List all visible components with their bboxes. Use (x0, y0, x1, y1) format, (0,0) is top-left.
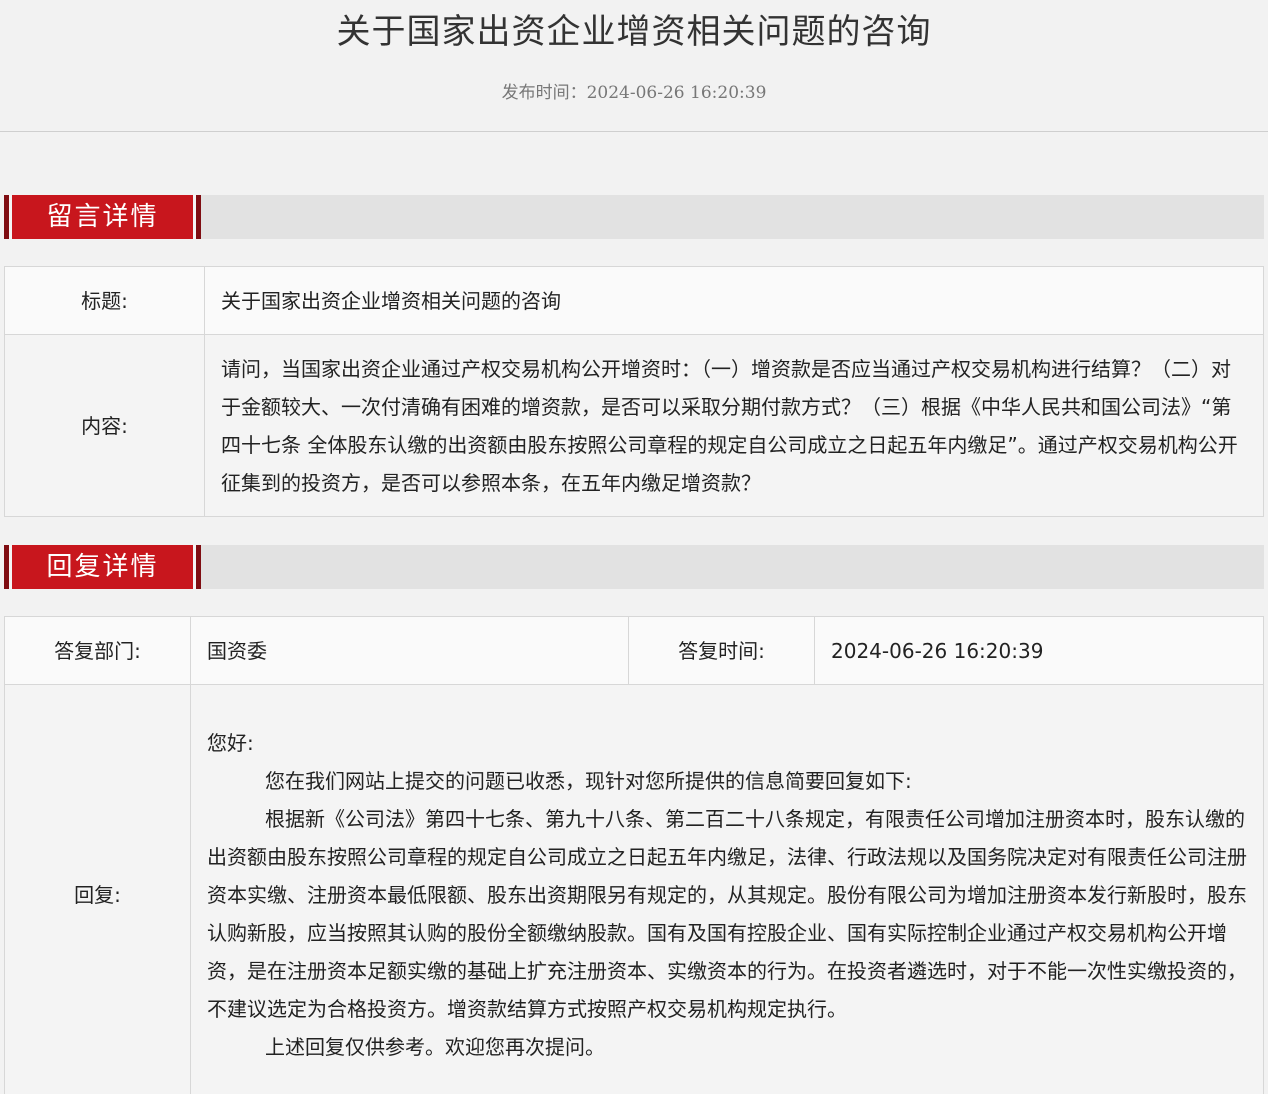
message-table: 标题: 关于国家出资企业增资相关问题的咨询 内容: 请问，当国家出资企业通过产权… (4, 266, 1264, 517)
message-section-heading: 留言详情 (46, 202, 159, 232)
publish-time: 2024-06-26 16:20:39 (586, 83, 767, 103)
publish-label: 发布时间： (501, 83, 587, 103)
message-section-tab: 留言详情 (4, 195, 201, 239)
publish-info: 发布时间：2024-06-26 16:20:39 (0, 78, 1268, 103)
page-title: 关于国家出资企业增资相关问题的咨询 (336, 12, 932, 52)
reply-time-value: 2024-06-26 16:20:39 (814, 616, 1264, 685)
reply-time-label: 答复时间: (628, 616, 815, 685)
message-section-bar: 留言详情 (4, 195, 1264, 239)
title-label: 标题: (4, 266, 205, 335)
reply-paragraph: 根据新《公司法》第四十七条、第九十八条、第二百二十八条规定，有限责任公司增加注册… (207, 806, 1247, 1021)
dept-label: 答复部门: (4, 616, 191, 685)
content-row: 内容: 请问，当国家出资企业通过产权交易机构公开增资时：（一）增资款是否应当通过… (4, 334, 1264, 517)
dept-value: 国资委 (190, 616, 629, 685)
reply-paragraph: 您在我们网站上提交的问题已收悉，现针对您所提供的信息简要回复如下: (265, 768, 912, 793)
reply-meta-row: 答复部门: 国资委 答复时间: 2024-06-26 16:20:39 (4, 616, 1264, 685)
reply-section-tab: 回复详情 (4, 545, 201, 589)
title-value: 关于国家出资企业增资相关问题的咨询 (204, 266, 1264, 335)
reply-greeting: 您好: (207, 730, 254, 755)
content-label: 内容: (4, 334, 205, 517)
reply-body: 您好: 您在我们网站上提交的问题已收悉，现针对您所提供的信息简要回复如下: 根据… (190, 684, 1264, 1094)
reply-body-row: 回复: 您好: 您在我们网站上提交的问题已收悉，现针对您所提供的信息简要回复如下… (4, 684, 1264, 1094)
content-value: 请问，当国家出资企业通过产权交易机构公开增资时：（一）增资款是否应当通过产权交易… (204, 334, 1264, 517)
reply-label: 回复: (4, 684, 191, 1094)
reply-section-bar: 回复详情 (4, 545, 1264, 589)
reply-table: 答复部门: 国资委 答复时间: 2024-06-26 16:20:39 回复: … (4, 616, 1264, 1094)
page-header: 关于国家出资企业增资相关问题的咨询 发布时间：2024-06-26 16:20:… (0, 0, 1268, 132)
reply-closing: 上述回复仅供参考。欢迎您再次提问。 (265, 1034, 605, 1059)
title-row: 标题: 关于国家出资企业增资相关问题的咨询 (4, 266, 1264, 335)
reply-section-heading: 回复详情 (46, 552, 159, 582)
